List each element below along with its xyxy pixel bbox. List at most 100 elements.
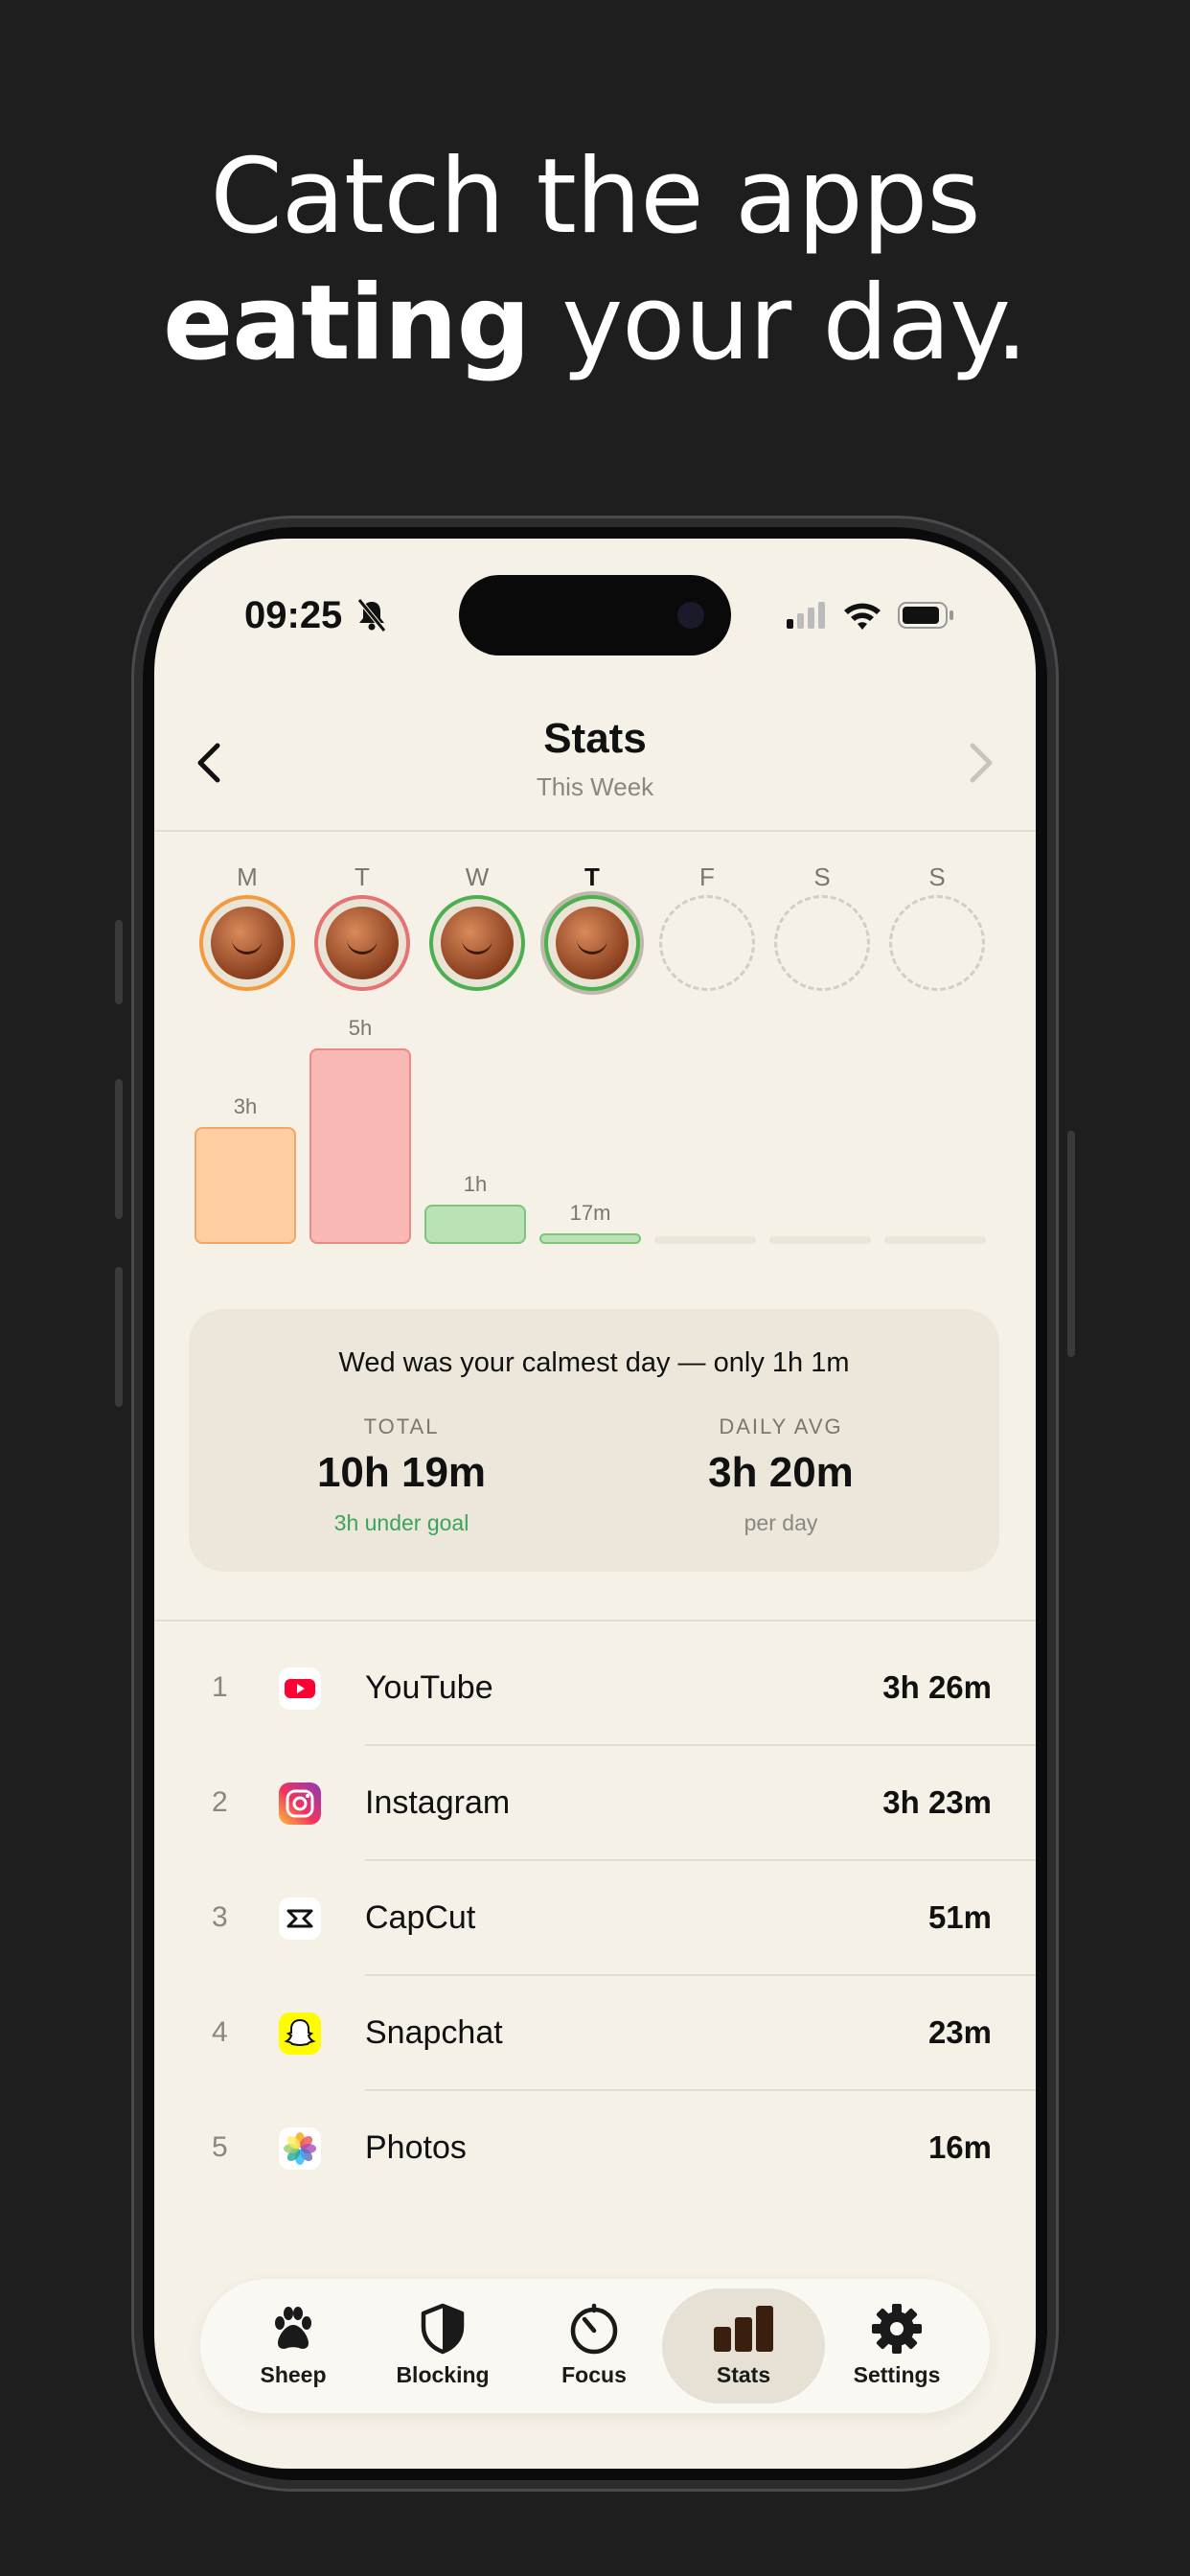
- tab-blocking[interactable]: Blocking: [361, 2288, 524, 2404]
- total-value: 10h 19m: [316, 1449, 487, 1496]
- daily-avg-stat: DAILY AVG 3h 20m per day: [637, 1414, 925, 1536]
- day-letter: S: [928, 862, 946, 891]
- tab-blocking-label: Blocking: [396, 2362, 490, 2387]
- day-1[interactable]: T: [314, 862, 410, 991]
- usage-bar: [654, 1236, 756, 1244]
- app-time: 51m: [927, 1899, 992, 1935]
- daily-avg-label: DAILY AVG: [719, 1414, 843, 1438]
- bar-value-label: 3h: [233, 1094, 258, 1118]
- power-button: [1067, 1131, 1075, 1357]
- app-screen: 09:25 Stats This Week M 3h T 5h W 1h T 17m F S S W…: [154, 539, 1036, 2469]
- usage-bar: [424, 1205, 526, 1244]
- youtube-icon: [279, 1668, 321, 1710]
- total-stat: TOTAL 10h 19m 3h under goal: [258, 1414, 545, 1536]
- bar-value-label: 5h: [348, 1016, 373, 1040]
- list-item[interactable]: 1 YouTube 3h 26m: [154, 1631, 1036, 1746]
- rank-number: 5: [212, 2131, 228, 2163]
- list-item[interactable]: 4 Snapchat 23m: [154, 1976, 1036, 2091]
- photos-icon: [279, 2128, 321, 2170]
- tab-stats-label: Stats: [716, 2362, 771, 2387]
- headline-line-2: eating your day.: [162, 264, 1028, 383]
- list-item[interactable]: 3 CapCut 51m: [154, 1861, 1036, 1976]
- list-item[interactable]: 5 Photos 16m: [154, 2091, 1036, 2206]
- tab-settings-label: Settings: [853, 2362, 941, 2387]
- usage-bar: [309, 1048, 411, 1244]
- tab-sheep[interactable]: Sheep: [212, 2288, 375, 2404]
- rank-number: 3: [212, 1901, 228, 1933]
- empty-day-avatar: [659, 895, 755, 991]
- paw-icon: [275, 2307, 311, 2349]
- empty-day-avatar: [774, 895, 870, 991]
- app-time: 23m: [927, 2014, 992, 2050]
- app-name: CapCut: [365, 1899, 476, 1936]
- sheep-avatar: [314, 895, 410, 991]
- day-6[interactable]: S: [889, 862, 985, 991]
- headline-line-1: Catch the apps: [210, 137, 980, 257]
- usage-bar: [195, 1127, 296, 1244]
- marketing-headline: Catch the apps eating your day.: [0, 134, 1190, 387]
- list-item[interactable]: 2 Instagram 3h 23m: [154, 1746, 1036, 1861]
- day-2[interactable]: W: [429, 862, 525, 991]
- dynamic-island: [459, 575, 731, 656]
- timer-icon: [570, 2303, 618, 2355]
- app-time: 3h 26m: [882, 1669, 992, 1705]
- forward-chevron-icon[interactable]: [963, 742, 997, 784]
- instagram-icon: [279, 1782, 321, 1825]
- bar-value-label: 1h: [463, 1172, 488, 1196]
- sheep-avatar: [429, 895, 525, 991]
- day-4[interactable]: F: [659, 862, 755, 991]
- bar-chart-icon: [714, 2306, 773, 2352]
- total-label: TOTAL: [363, 1414, 440, 1438]
- sheep-avatar: [199, 895, 295, 991]
- summary-card: Wed was your calmest day — only 1h 1m TO…: [189, 1309, 999, 1572]
- tab-focus-label: Focus: [561, 2362, 627, 2387]
- app-name: Instagram: [365, 1784, 511, 1821]
- page-subtitle: This Week: [536, 772, 654, 801]
- total-note: 3h under goal: [333, 1510, 469, 1535]
- app-name: Photos: [365, 2129, 467, 2166]
- day-letter: T: [584, 862, 600, 891]
- summary-headline: Wed was your calmest day — only 1h 1m: [338, 1347, 850, 1378]
- usage-bar: [769, 1236, 871, 1244]
- bar-value-label: 17m: [569, 1201, 611, 1225]
- shield-icon: [421, 2303, 465, 2355]
- app-name: YouTube: [365, 1669, 493, 1706]
- header-divider: [154, 830, 1036, 832]
- bell-muted-icon: [357, 598, 386, 632]
- day-5[interactable]: S: [774, 862, 870, 991]
- day-letter: W: [465, 862, 490, 891]
- tab-sheep-label: Sheep: [260, 2362, 327, 2387]
- empty-day-avatar: [889, 895, 985, 991]
- volume-down-button: [115, 1267, 123, 1407]
- day-0[interactable]: M: [199, 862, 295, 991]
- app-name: Snapchat: [365, 2014, 503, 2051]
- gear-icon: [872, 2304, 922, 2354]
- tab-bar: Sheep Blocking Focus Stats Settings: [200, 2279, 990, 2413]
- wifi-icon: [844, 603, 881, 630]
- day-letter: S: [813, 862, 831, 891]
- day-letter: T: [355, 862, 370, 891]
- mute-switch: [115, 920, 123, 1004]
- page-title: Stats: [543, 715, 647, 762]
- app-time: 3h 23m: [882, 1784, 992, 1820]
- daily-avg-note: per day: [744, 1510, 818, 1535]
- volume-up-button: [115, 1079, 123, 1219]
- tab-stats[interactable]: Stats: [662, 2288, 825, 2404]
- snapchat-icon: [279, 2012, 321, 2055]
- rank-number: 1: [212, 1671, 228, 1703]
- tab-settings[interactable]: Settings: [815, 2288, 978, 2404]
- cellular-signal-icon: [787, 602, 825, 629]
- usage-bar: [884, 1236, 986, 1244]
- rank-number: 2: [212, 1786, 228, 1818]
- capcut-icon: [279, 1898, 321, 1940]
- daily-avg-value: 3h 20m: [708, 1449, 854, 1496]
- day-letter: M: [237, 862, 258, 891]
- tab-focus[interactable]: Focus: [513, 2288, 675, 2404]
- battery-icon: [898, 602, 953, 629]
- status-time: 09:25: [244, 594, 343, 636]
- rank-number: 4: [212, 2016, 228, 2048]
- sheep-avatar: [544, 895, 640, 991]
- day-3[interactable]: T: [544, 862, 640, 991]
- app-time: 16m: [927, 2129, 992, 2165]
- list-divider: [154, 1620, 1036, 1622]
